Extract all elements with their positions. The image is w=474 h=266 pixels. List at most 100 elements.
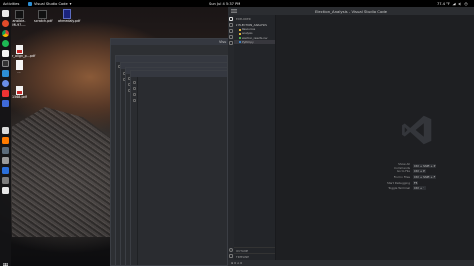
sidebar-icon[interactable] (133, 81, 136, 84)
desktop-file-label: ... (17, 70, 21, 74)
explorer-item-label: analysis (242, 32, 253, 36)
python-file-icon (239, 41, 241, 44)
volume-icon (458, 1, 461, 6)
shortcut-row: Show All Commands Ctrl + Shift + P (386, 162, 437, 170)
pdf-icon (15, 86, 23, 95)
desktop-file[interactable]: 1568.pdf (12, 86, 27, 100)
activities-button[interactable]: Activities (3, 2, 19, 6)
dock-settings-icon[interactable] (2, 147, 9, 154)
shortcut-label: Find in Files (393, 174, 410, 179)
sidebar-bottom-panels: OUTLINE TIMELINE (234, 246, 275, 260)
shortcut-key: F5 (413, 180, 419, 185)
network-icon (452, 2, 456, 5)
dock-app-icon-5[interactable] (2, 167, 9, 174)
clock[interactable]: Sun Jul 4 5:37 PM (209, 2, 240, 6)
desktop-file-label: ahmedaly.pdf (58, 19, 81, 23)
explorer-item-label: PyPoll.py (242, 40, 254, 44)
shortcut-label: Go to File (396, 169, 410, 174)
file-thumbnail (14, 10, 24, 19)
timeline-panel-header[interactable]: TIMELINE (234, 253, 275, 260)
gear-icon[interactable] (229, 254, 233, 258)
dock-trash-icon[interactable] (2, 177, 9, 184)
desktop-file[interactable]: scratch.pdf (34, 10, 53, 24)
sidebar-icon[interactable] (133, 93, 136, 96)
vscode-window[interactable]: Election_Analysis - Visual Studio Code E… (228, 7, 474, 266)
vscode-titlebar[interactable]: Election_Analysis - Visual Studio Code (228, 7, 474, 15)
top-bar: Activities Visual Studio Code ▾ Sun Jul … (0, 0, 474, 7)
dock-app-icon[interactable] (2, 90, 9, 97)
shortcut-label: Start Debugging (386, 180, 410, 185)
run-debug-icon[interactable] (229, 35, 233, 39)
desktop-file-label: scratch.pdf (34, 19, 53, 23)
shortcut-key: Ctrl + P (413, 169, 426, 174)
vscode-watermark-icon (402, 115, 432, 145)
chevron-down-icon: ▾ (69, 1, 72, 6)
shortcut-key: Ctrl + Shift + P (413, 163, 437, 168)
dock-app-icon-6[interactable] (2, 187, 9, 194)
pdf-icon (15, 45, 23, 54)
dock-chrome-icon[interactable] (2, 30, 9, 37)
dock-app-icon-2[interactable] (2, 100, 9, 107)
window-title: Visu (219, 40, 227, 44)
dock-files-icon[interactable] (2, 10, 9, 17)
system-status-area[interactable]: 77.4 °F (437, 2, 468, 6)
dock-app-icon-4[interactable] (2, 157, 9, 164)
shortcut-key: Ctrl + ` (413, 186, 426, 191)
csv-file-icon (239, 37, 241, 40)
dock-firefox-icon[interactable] (2, 20, 9, 27)
dock (0, 7, 11, 266)
shortcut-row: Find in Files Ctrl + Shift + F (386, 174, 437, 180)
account-icon[interactable] (229, 248, 233, 252)
explorer-item-label: election_results.csv (242, 36, 268, 40)
problems-status[interactable]: ⊗ 0 ⚠ 0 (231, 261, 242, 265)
desktop-file[interactable]: r_align_p...pdf (12, 45, 35, 59)
window-titlebar: Visu (111, 39, 229, 45)
dock-text-editor-icon[interactable] (2, 50, 9, 57)
outline-panel-header[interactable]: OUTLINE (234, 246, 275, 254)
folder-icon (239, 32, 241, 35)
desktop-file[interactable]: ansible-ML97-... (12, 10, 26, 27)
weather-text: 77.4 °F (436, 1, 450, 6)
explorer-icon[interactable] (229, 17, 233, 21)
sidebar-icon[interactable] (133, 87, 136, 90)
status-bar: ⊗ 0 ⚠ 0 (228, 260, 474, 266)
dock-software-icon[interactable] (2, 137, 9, 144)
shortcut-label: Toggle Terminal (388, 186, 410, 191)
chevron-down-icon: ▾ (236, 22, 238, 27)
search-icon[interactable] (229, 23, 233, 27)
dock-vscode-icon[interactable] (2, 70, 9, 77)
desktop-file-label: 1568.pdf (12, 95, 27, 99)
shortcut-key: Ctrl + Shift + F (413, 174, 437, 179)
background-window[interactable] (130, 70, 228, 266)
dock-zoom-icon[interactable] (2, 80, 9, 87)
explorer-item[interactable]: PyPoll.py (234, 40, 275, 45)
extensions-icon[interactable] (229, 41, 233, 45)
explorer-header: EXPLORER (236, 16, 251, 21)
app-menu[interactable]: Visual Studio Code ▾ (28, 1, 72, 6)
app-menu-label: Visual Studio Code (34, 1, 68, 6)
desktop-file[interactable]: ... (12, 60, 26, 75)
dock-terminal-icon[interactable] (2, 60, 9, 67)
window-titlebar (131, 71, 227, 77)
folder-icon (239, 28, 241, 31)
desktop-file[interactable]: ahmedaly.pdf (58, 9, 80, 24)
editor-area[interactable]: Show All Commands Ctrl + Shift + P Go to … (276, 15, 474, 260)
wallpaper-rock (12, 107, 122, 237)
source-control-icon[interactable] (229, 29, 233, 33)
shortcut-hints: Show All Commands Ctrl + Shift + P Go to … (386, 162, 437, 191)
explorer-sidebar: EXPLORER ▾ ELECTION_ANALYSIS Resources a… (234, 15, 276, 260)
desktop-file-label: r_align_p...pdf (12, 54, 36, 58)
file-thumbnail (37, 10, 47, 19)
sidebar-icon[interactable] (133, 99, 136, 102)
explorer-item-label: Resources (242, 28, 256, 32)
dock-spotify-icon[interactable] (2, 40, 9, 47)
shortcut-row: Toggle Terminal Ctrl + ` (386, 185, 436, 191)
dock-app-icon-3[interactable] (2, 127, 9, 134)
file-thumbnail (63, 9, 71, 19)
desktop-file-label: ansible-ML97-... (12, 19, 26, 27)
folder-label: ELECTION_ANALYSIS (238, 22, 267, 27)
window-title: Election_Analysis - Visual Studio Code (314, 9, 388, 14)
document-icon (15, 60, 23, 70)
window-sidebar (131, 77, 138, 265)
power-icon (464, 1, 468, 5)
